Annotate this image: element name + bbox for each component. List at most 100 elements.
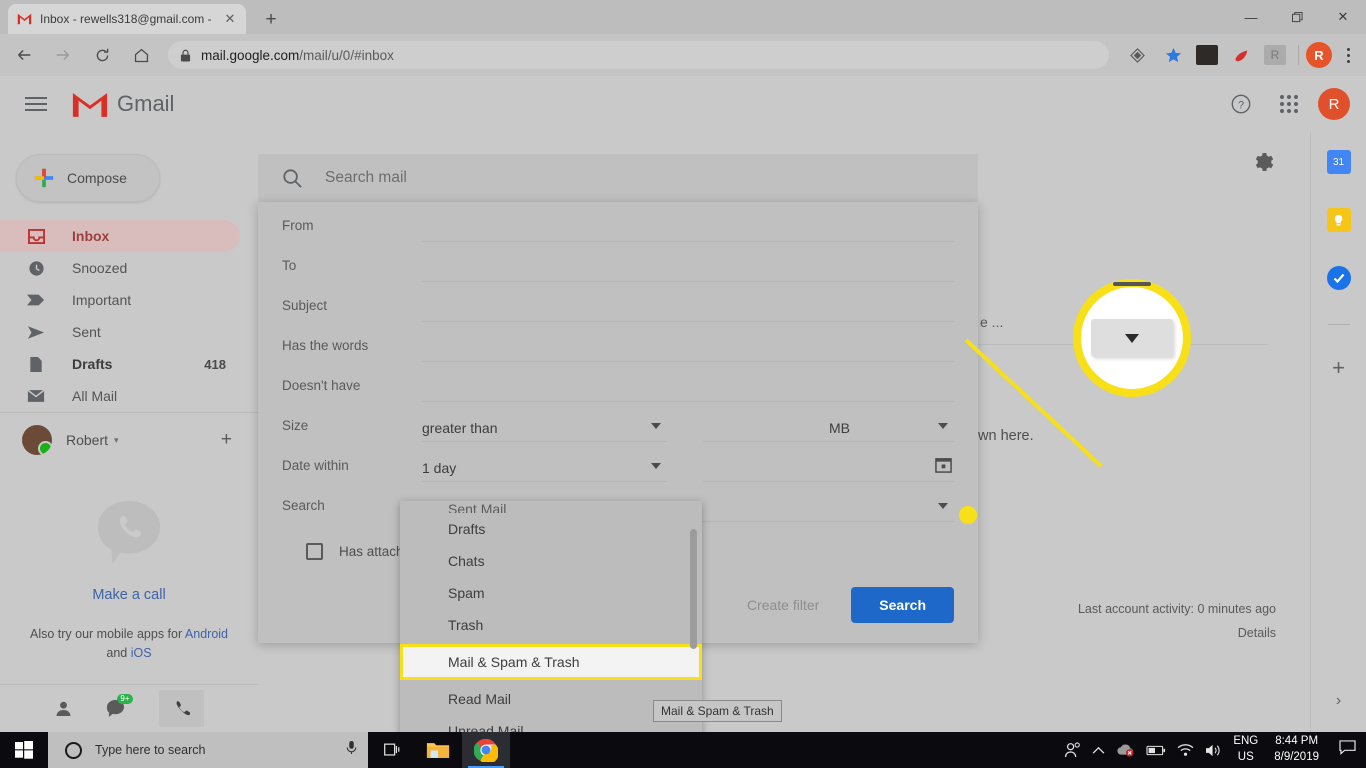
dropdown-item-drafts[interactable]: Drafts (400, 513, 702, 545)
reload-icon[interactable] (87, 40, 117, 70)
sidebar-item-drafts[interactable]: Drafts 418 (0, 348, 240, 380)
sidebar-item-sent[interactable]: Sent (0, 316, 240, 348)
hangouts-tab-bar: 9+ (0, 684, 258, 732)
people-icon[interactable] (1064, 742, 1081, 758)
restore-icon[interactable] (1274, 0, 1320, 34)
has-attachment-checkbox[interactable] (306, 542, 323, 560)
back-icon[interactable] (9, 40, 39, 70)
hangouts-user-row[interactable]: Robert ▾ + (0, 413, 258, 467)
doesnt-have-row: Doesn't have (258, 362, 978, 402)
hangouts-calls-tab[interactable] (158, 690, 204, 727)
keep-icon[interactable] (1326, 208, 1351, 232)
account-details-link[interactable]: Details (1078, 622, 1276, 646)
sidebar-item-inbox[interactable]: Inbox (0, 220, 240, 252)
search-button[interactable]: Search (851, 587, 954, 623)
home-icon[interactable] (126, 40, 156, 70)
hangouts-contacts-tab[interactable] (55, 700, 72, 717)
onedrive-error-icon[interactable] (1116, 743, 1135, 757)
hangouts-conversations-tab[interactable]: 9+ (106, 694, 133, 718)
grey-extension-icon[interactable]: R (1264, 45, 1286, 65)
divider (1298, 45, 1299, 65)
dropdown-item-chats[interactable]: Chats (400, 545, 702, 577)
chevron-down-icon (938, 503, 948, 509)
account-avatar[interactable]: R (1318, 88, 1350, 120)
date-value-input[interactable] (703, 454, 954, 482)
doesnt-have-input[interactable] (422, 374, 954, 402)
hangouts-empty-state: Make a call Also try our mobile apps for… (0, 495, 258, 664)
to-input[interactable] (422, 254, 954, 282)
language-indicator[interactable]: ENG US (1233, 734, 1258, 765)
address-bar[interactable]: mail.google.com/mail/u/0/#inbox (168, 41, 1109, 69)
chevron-up-icon[interactable] (1092, 746, 1105, 755)
compose-button[interactable]: Compose (16, 154, 160, 202)
hangouts-panel: Robert ▾ + Make a call Also try our mobi… (0, 412, 258, 732)
battery-icon[interactable] (1146, 745, 1166, 756)
dropdown-scrollbar[interactable] (690, 529, 697, 649)
make-a-call-link[interactable]: Make a call (0, 587, 258, 603)
ios-link[interactable]: iOS (131, 646, 152, 660)
android-link[interactable]: Android (185, 627, 228, 641)
add-addon-button[interactable]: + (1332, 355, 1345, 381)
subject-input[interactable] (422, 294, 954, 322)
create-filter-button[interactable]: Create filter (735, 589, 831, 621)
add-contact-button[interactable]: + (221, 429, 232, 451)
has-the-words-label: Has the words (282, 338, 369, 353)
from-input[interactable] (422, 214, 954, 242)
main-menu-icon[interactable] (25, 93, 47, 115)
start-button[interactable] (0, 741, 48, 759)
browser-tab[interactable]: Inbox - rewells318@gmail.com - ✕ (8, 4, 246, 34)
action-center-icon[interactable] (1339, 740, 1356, 760)
browser-menu-icon[interactable] (1336, 42, 1360, 68)
expand-panel-icon[interactable]: › (1336, 692, 1341, 710)
has-the-words-input[interactable] (422, 334, 954, 362)
calendar-icon[interactable] (935, 456, 952, 478)
file-explorer-icon[interactable] (414, 732, 462, 768)
star-icon[interactable] (1160, 42, 1186, 68)
gmail-header: Gmail ? R (0, 76, 1366, 132)
help-icon[interactable]: ? (1222, 85, 1260, 123)
browser-profile-avatar[interactable]: R (1306, 42, 1332, 68)
photo-extension-icon[interactable] (1196, 45, 1218, 65)
size-operator-select[interactable]: greater than (422, 414, 667, 442)
diamond-icon[interactable] (1124, 42, 1150, 68)
chevron-down-icon[interactable]: ▾ (114, 435, 119, 446)
gmail-logo-text: Gmail (117, 91, 175, 116)
size-amount-input[interactable] (703, 414, 829, 442)
close-icon[interactable]: ✕ (222, 11, 238, 27)
dropdown-item-spam[interactable]: Spam (400, 577, 702, 609)
dropdown-item-mail-spam-trash[interactable]: Mail & Spam & Trash (400, 644, 702, 680)
important-icon (26, 293, 46, 307)
account-activity-text: Last account activity: 0 minutes ago (1077, 602, 1276, 616)
sidebar-item-all-mail[interactable]: All Mail (0, 380, 240, 412)
taskbar-clock[interactable]: 8:44 PM 8/9/2019 (1274, 734, 1319, 765)
sidebar-item-important[interactable]: Important (0, 284, 240, 316)
dropdown-item-sent-mail[interactable]: Sent Mail (400, 501, 702, 513)
hangouts-user-name: Robert (66, 432, 109, 448)
tasks-icon[interactable] (1326, 266, 1351, 290)
dropdown-item-trash[interactable]: Trash (400, 609, 702, 641)
new-tab-button[interactable]: + (258, 8, 284, 32)
gmail-search-bar[interactable]: Search mail (258, 154, 978, 202)
wifi-icon[interactable] (1177, 743, 1194, 757)
apps-grid-icon[interactable] (1270, 85, 1308, 123)
taskbar-search-box[interactable]: Type here to search (48, 732, 368, 768)
callout-magnified-bar (1113, 282, 1151, 286)
doesnt-have-label: Doesn't have (282, 378, 361, 393)
settings-gear-icon[interactable] (1254, 152, 1274, 177)
chrome-icon[interactable] (462, 732, 510, 768)
date-within-select[interactable]: 1 day (422, 454, 667, 482)
subject-label: Subject (282, 298, 328, 313)
minimize-icon[interactable]: — (1228, 0, 1274, 34)
forward-icon[interactable] (48, 40, 78, 70)
sidebar-item-snoozed[interactable]: Snoozed (0, 252, 240, 284)
callout-magnifier (1073, 279, 1191, 397)
sidebar-item-label: Drafts (72, 356, 113, 372)
browser-tab-title: Inbox - rewells318@gmail.com - (40, 12, 212, 26)
size-unit-select[interactable]: MB (829, 414, 954, 442)
microphone-icon[interactable] (345, 740, 358, 760)
window-close-icon[interactable]: ✕ (1320, 0, 1366, 34)
pepper-extension-icon[interactable] (1228, 42, 1254, 68)
volume-icon[interactable] (1205, 743, 1222, 758)
calendar-icon[interactable]: 31 (1326, 150, 1351, 174)
task-view-icon[interactable] (368, 742, 414, 758)
